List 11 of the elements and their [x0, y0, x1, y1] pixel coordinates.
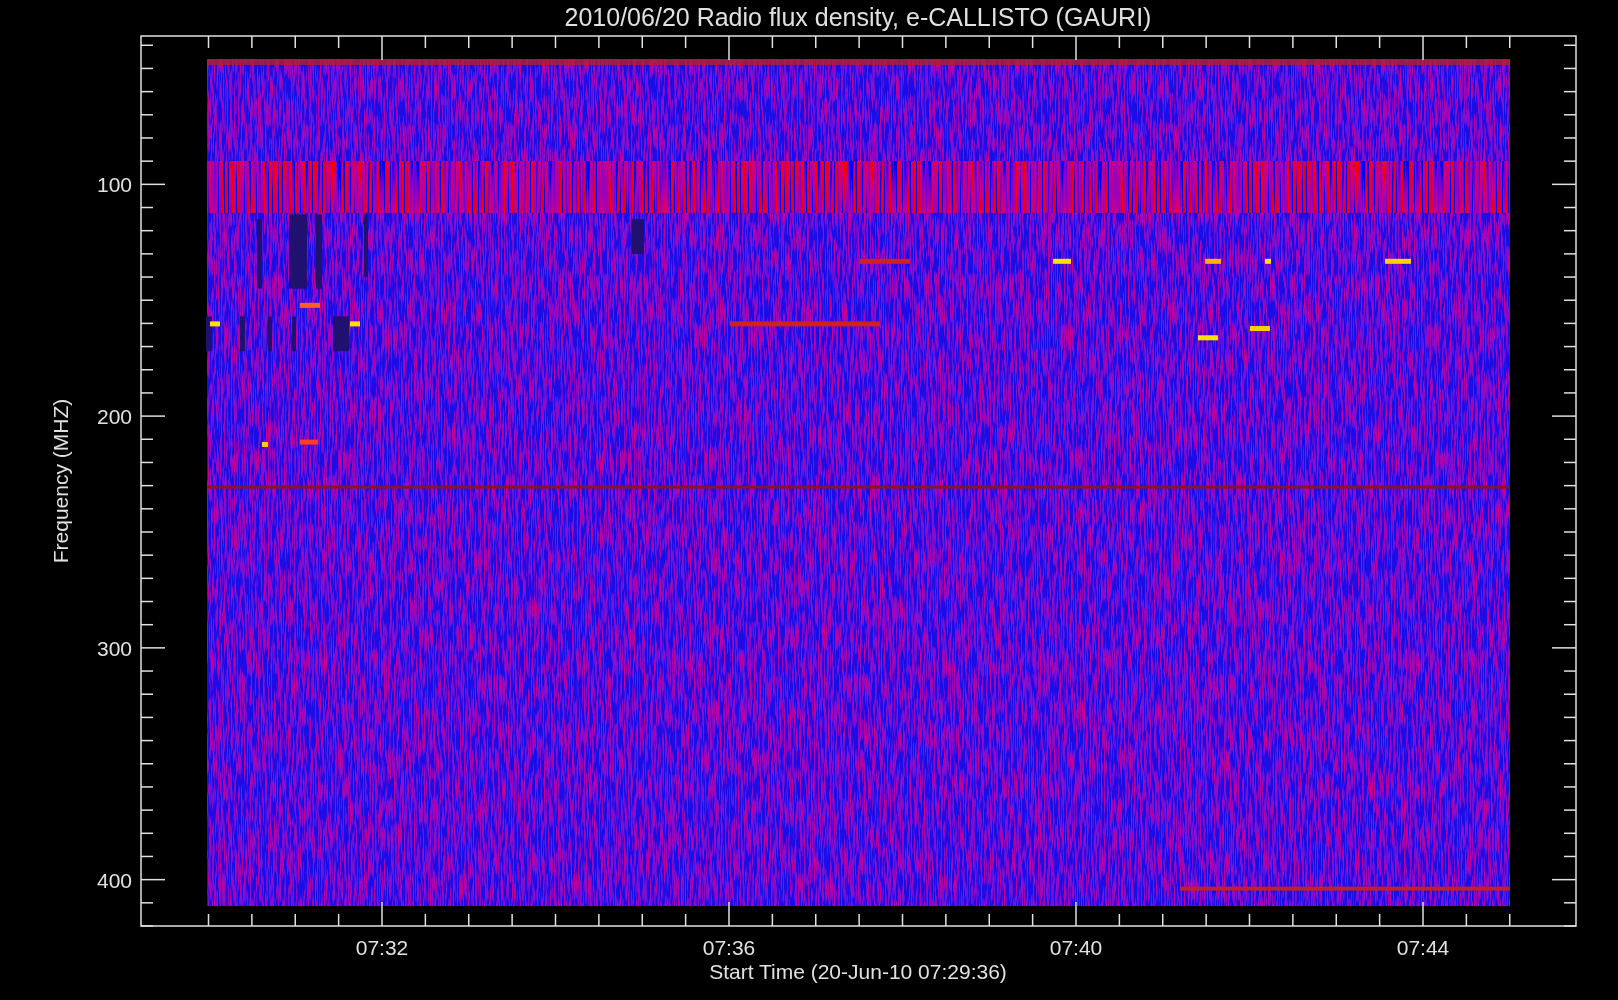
- x-tick-label: 07:40: [1049, 936, 1103, 959]
- x-axis-label: Start Time (20-Jun-10 07:29:36): [709, 960, 1007, 983]
- y-axis-label: Frequency (MHZ): [49, 398, 72, 564]
- y-tick-label: 200: [96, 405, 132, 429]
- x-tick-label: 07:32: [355, 936, 409, 959]
- y-tick-label: 400: [96, 868, 132, 892]
- y-tick-label: 300: [96, 636, 132, 660]
- x-tick-label: 07:36: [702, 936, 756, 959]
- y-tick-label: 100: [96, 173, 132, 197]
- x-tick-label: 07:44: [1396, 936, 1450, 959]
- chart-title: 2010/06/20 Radio flux density, e-CALLISTO (GAURI): [564, 3, 1152, 31]
